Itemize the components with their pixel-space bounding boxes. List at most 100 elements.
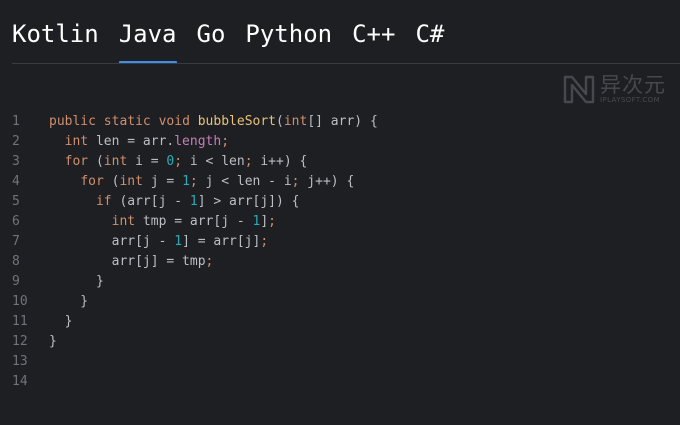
code-token: int — [119, 174, 143, 189]
code-token: len = arr. — [88, 134, 175, 149]
code-token: ; — [268, 214, 276, 229]
code-token: int — [64, 134, 89, 149]
tab-cpp[interactable]: C++ — [352, 16, 395, 52]
line-number: 2 — [12, 134, 20, 149]
code-token: static — [103, 114, 151, 129]
code-line[interactable]: 3 for (int i = 0; i < len; i++) { — [0, 152, 680, 172]
code-token: ; — [205, 254, 214, 269]
code-token: } — [49, 334, 57, 349]
code-line[interactable]: 8 arr[j] = tmp; — [0, 252, 680, 272]
code-text: arr[j - 1] = arr[j]; — [28, 232, 269, 252]
code-text: for (int j = 1; j < len - i; j++) { — [28, 172, 354, 192]
code-token: 1 — [189, 194, 198, 209]
code-token: 1 — [174, 234, 183, 249]
n-logo-icon — [563, 75, 595, 104]
code-token: } — [49, 274, 104, 289]
code-token: void — [158, 114, 190, 129]
tab-csharp[interactable]: C# — [415, 16, 444, 52]
watermark: 异次元 IPLAYSOFT.COM — [562, 72, 666, 106]
code-line[interactable]: 2 int len = arr.length; — [0, 132, 680, 152]
code-token: bubbleSort — [197, 114, 277, 129]
watermark-name: 异次元 — [600, 72, 666, 97]
line-number: 4 — [12, 174, 20, 189]
line-number: 9 — [12, 274, 20, 289]
code-text: int tmp = arr[j - 1]; — [28, 212, 276, 232]
line-number: 14 — [12, 374, 28, 389]
line-number: 6 — [12, 214, 20, 229]
code-token: ] > arr[j]) { — [197, 194, 300, 209]
code-token: arr[j - — [49, 234, 175, 249]
code-line[interactable]: 14 — [0, 372, 680, 392]
code-token: ( — [103, 174, 120, 189]
tab-go[interactable]: Go — [197, 16, 226, 52]
code-line[interactable]: 9 } — [0, 272, 680, 292]
code-text: } — [28, 312, 73, 332]
tab-python[interactable]: Python — [245, 16, 332, 52]
code-text: } — [28, 332, 57, 352]
code-line[interactable]: 6 int tmp = arr[j - 1]; — [0, 212, 680, 232]
code-token: j < len - i — [197, 174, 292, 189]
code-token: ; — [244, 154, 253, 169]
code-line[interactable]: 10 } — [0, 292, 680, 312]
code-token: ( — [276, 114, 284, 129]
code-token: int — [111, 214, 136, 229]
code-token: } — [49, 314, 73, 329]
code-editor[interactable]: 1 public static void bubbleSort(int[] arr… — [0, 112, 680, 392]
code-line[interactable]: 4 for (int j = 1; j < len - i; j++) { — [0, 172, 680, 192]
line-number: 12 — [12, 334, 28, 349]
tabs-divider — [12, 63, 680, 64]
code-token: ; — [189, 174, 198, 189]
code-text: if (arr[j - 1] > arr[j]) { — [28, 192, 300, 212]
code-token: i < len — [182, 154, 245, 169]
code-token: length — [174, 134, 222, 149]
code-text: for (int i = 0; i < len; i++) { — [28, 152, 308, 172]
code-line[interactable]: 13 — [0, 352, 680, 372]
line-number: 13 — [12, 354, 28, 369]
code-text: int len = arr.length; — [28, 132, 229, 152]
code-token: ] = arr[j] — [182, 234, 261, 249]
code-line[interactable]: 1 public static void bubbleSort(int[] arr… — [0, 112, 680, 132]
watermark-text: 异次元 IPLAYSOFT.COM — [600, 74, 666, 105]
line-number: 1 — [12, 114, 20, 129]
line-number: 8 — [12, 254, 20, 269]
code-token: ] — [260, 214, 269, 229]
code-token: ( — [88, 154, 104, 169]
code-line[interactable]: 7 arr[j - 1] = arr[j]; — [0, 232, 680, 252]
code-token: for — [64, 154, 89, 169]
code-token: } — [49, 294, 89, 309]
code-text: arr[j] = tmp; — [28, 252, 214, 272]
code-token: ; — [260, 234, 269, 249]
tab-kotlin[interactable]: Kotlin — [12, 16, 99, 52]
code-token: int — [103, 154, 128, 169]
code-token: ; — [174, 154, 183, 169]
code-token: j = — [142, 174, 183, 189]
code-token: arr[j] = tmp — [49, 254, 206, 269]
line-number: 10 — [12, 294, 28, 309]
code-token: 1 — [182, 174, 190, 189]
code-token: public — [49, 114, 96, 129]
code-token: i++) { — [252, 154, 308, 169]
code-token: if — [95, 194, 112, 209]
code-text: } — [28, 272, 104, 292]
tab-java[interactable]: Java — [118, 16, 177, 64]
code-line[interactable]: 11 } — [0, 312, 680, 332]
line-number: 11 — [12, 314, 28, 329]
code-line[interactable]: 12} — [0, 332, 680, 352]
watermark-site: IPLAYSOFT.COM — [600, 95, 661, 104]
code-text: public static void bubbleSort(int[] arr)… — [28, 112, 378, 132]
code-line[interactable]: 5 if (arr[j - 1] > arr[j]) { — [0, 192, 680, 212]
code-token: tmp = arr[j - — [135, 214, 253, 229]
code-token: (arr[j - — [111, 194, 190, 209]
code-text: } — [28, 292, 88, 312]
code-token: ; — [221, 134, 230, 149]
